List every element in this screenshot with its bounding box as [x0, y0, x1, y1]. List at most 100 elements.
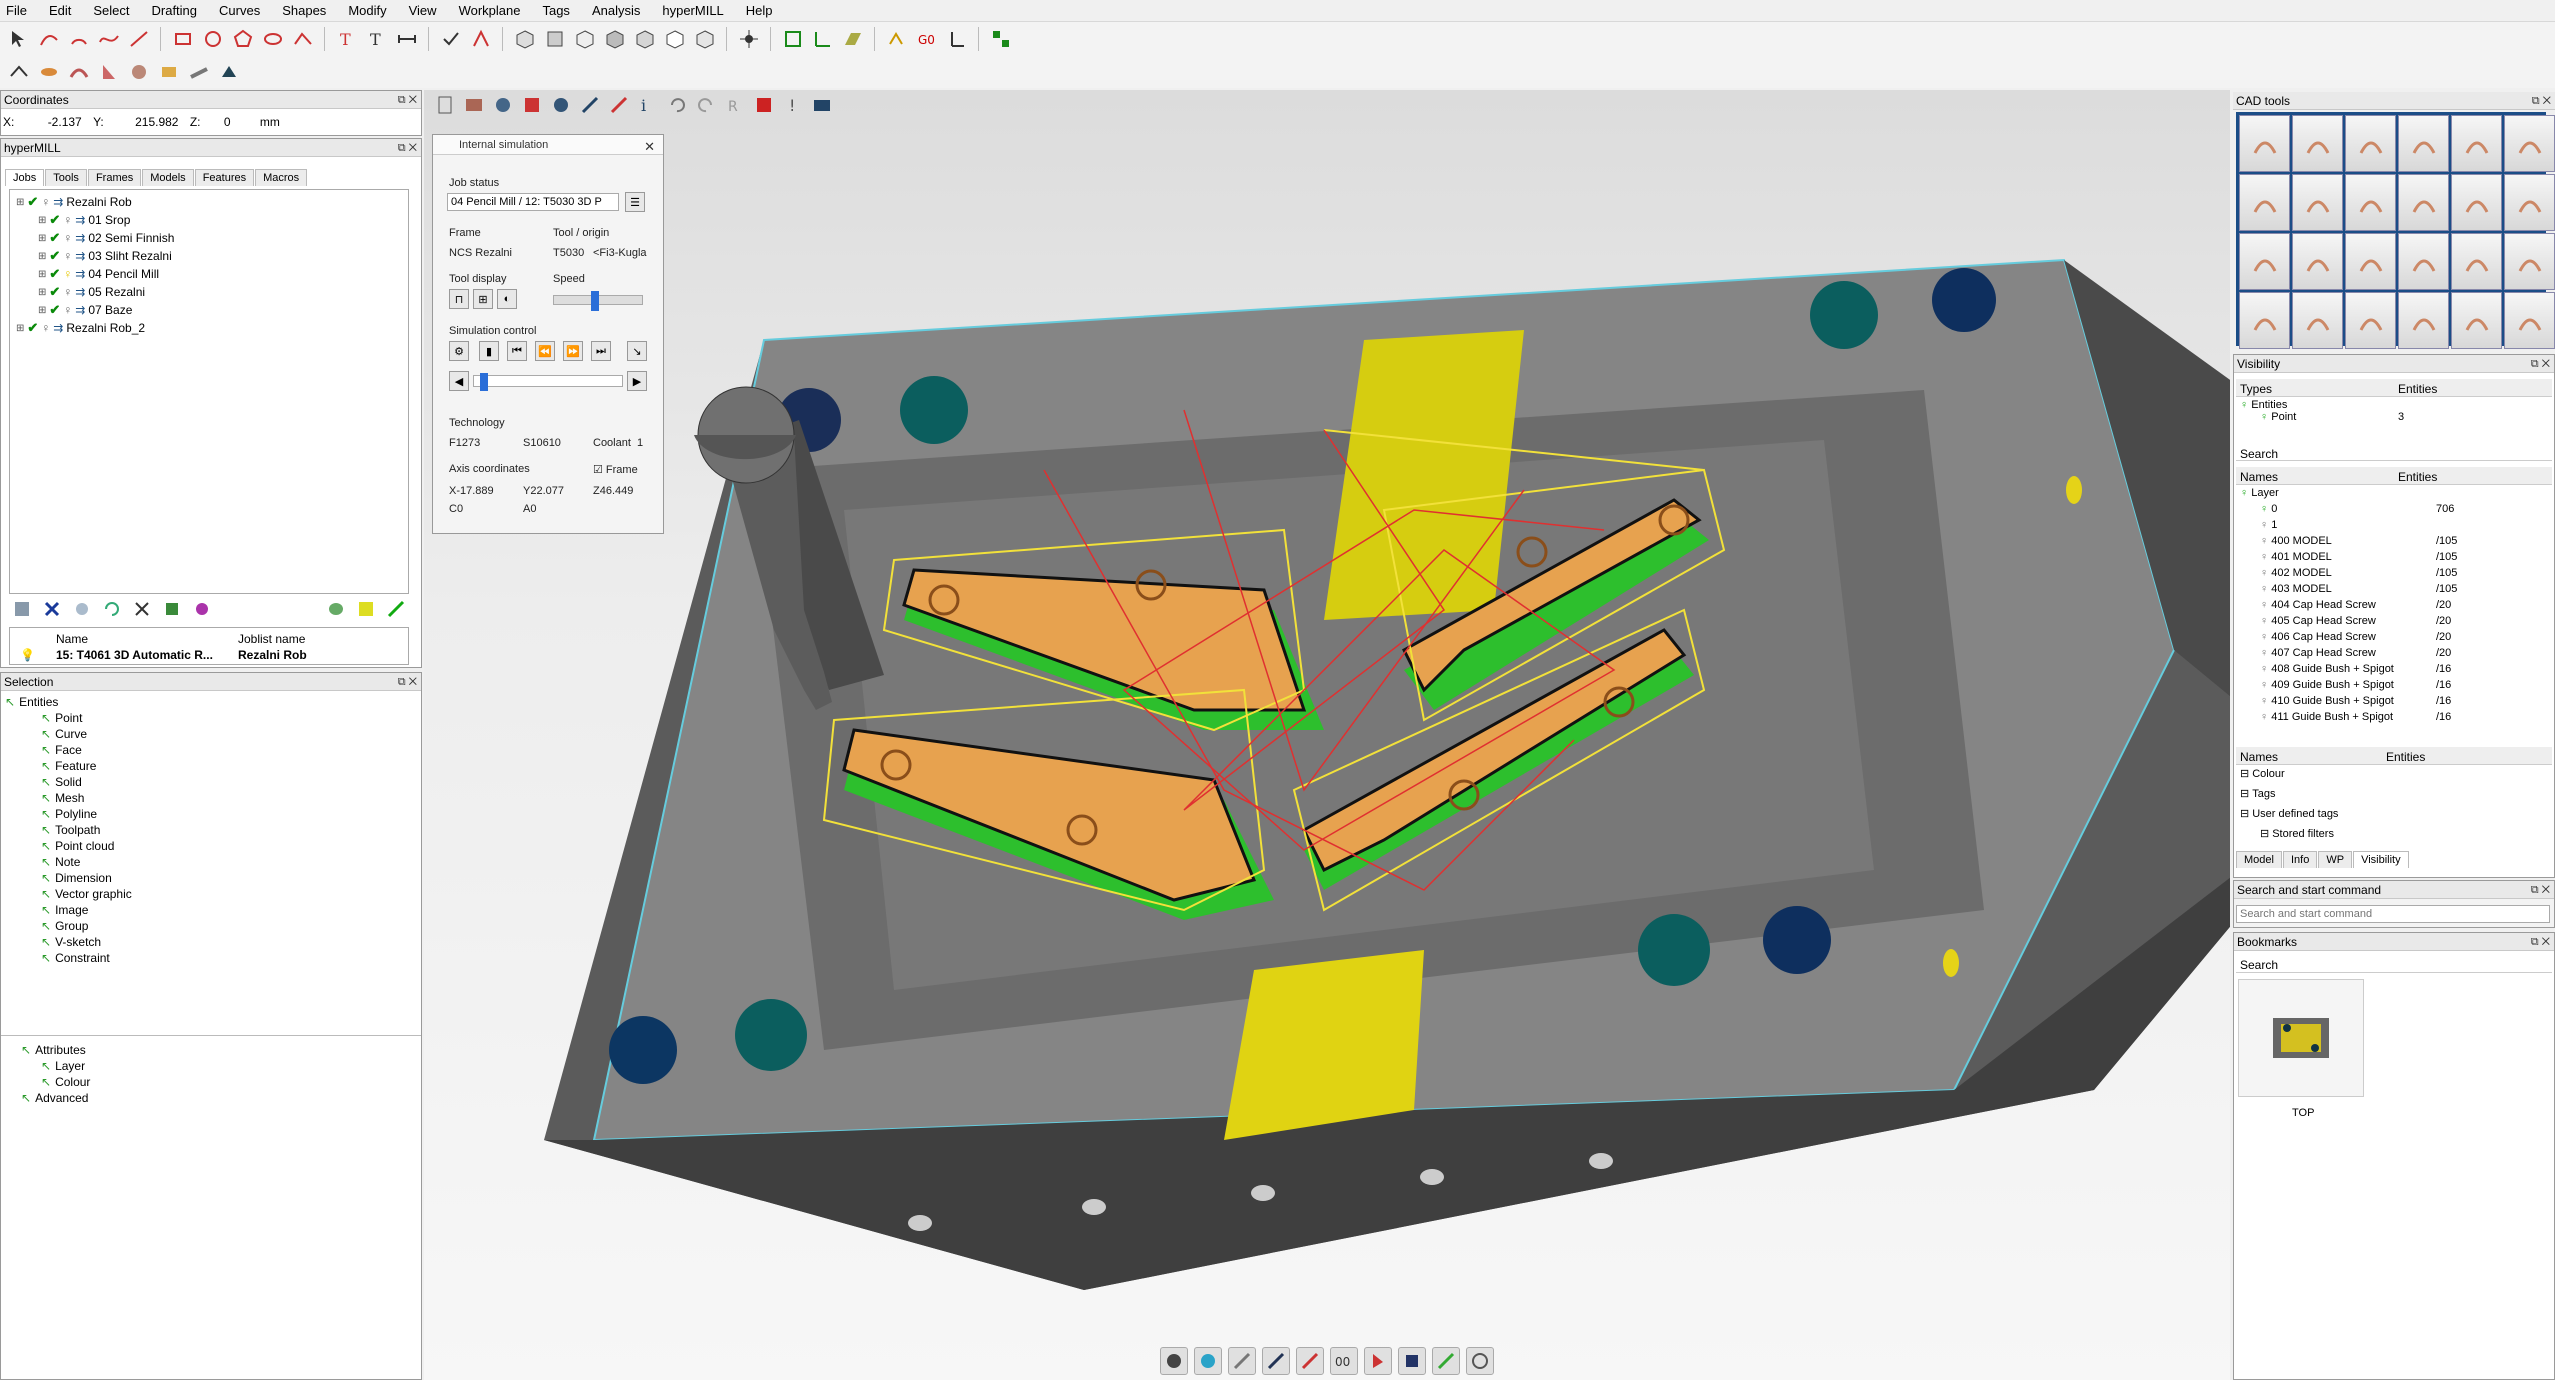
warning-icon[interactable]: ! [780, 92, 806, 118]
selection-item[interactable]: ↖ Face [41, 743, 82, 757]
cad-tool-sweep-icon[interactable] [2292, 233, 2343, 290]
report-icon[interactable] [353, 596, 379, 622]
group-item[interactable]: ⊟ Tags [2240, 787, 2275, 800]
cad-tool-cup-icon[interactable] [2398, 292, 2449, 349]
job-status-select[interactable]: 04 Pencil Mill / 12: T5030 3D P [447, 193, 619, 211]
snap-icon[interactable] [736, 26, 762, 52]
layer-light-icon[interactable]: ♀ [2240, 487, 2248, 499]
speed-slider-thumb[interactable] [590, 291, 599, 311]
globe-icon[interactable] [1194, 1347, 1222, 1375]
tool-display-button-2[interactable]: ⊞ [473, 289, 493, 309]
layer-light-icon[interactable]: ♀ [2260, 551, 2268, 563]
surface-icon[interactable] [186, 59, 212, 85]
progress-left-button[interactable]: ◀ [449, 371, 469, 391]
redo-icon[interactable] [693, 92, 719, 118]
panel-controls[interactable]: ⧉ ✕ [2532, 92, 2551, 110]
bulb-on-icon[interactable]: ♀ [63, 267, 72, 281]
check-icon[interactable]: ✔ [27, 194, 38, 210]
menu-item-hypermill[interactable]: hyperMILL [662, 3, 723, 18]
layer-item[interactable]: ♀ 408 Guide Bush + Spigot/16 [2260, 663, 2451, 675]
3d-viewport[interactable] [424, 90, 2230, 1380]
cad-tool-blank3-icon[interactable] [2504, 292, 2555, 349]
pencil-icon[interactable] [1432, 1347, 1460, 1375]
menu-item-file[interactable]: File [6, 3, 27, 18]
view-iso-icon[interactable] [512, 26, 538, 52]
check-icon[interactable] [438, 26, 464, 52]
attribute-item[interactable]: ↖ Attributes [21, 1043, 86, 1057]
selection-item[interactable]: ↖ Note [41, 855, 80, 869]
progress-right-button[interactable]: ▶ [627, 371, 647, 391]
shell-icon[interactable] [126, 59, 152, 85]
selection-item[interactable]: ↖ Mesh [41, 791, 84, 805]
check-icon[interactable]: ✔ [49, 230, 60, 246]
tab-model[interactable]: Model [2236, 851, 2282, 868]
cad-tool-arc-icon[interactable] [2451, 115, 2502, 172]
stop-button[interactable]: ▮ [479, 341, 499, 361]
menu-item-analysis[interactable]: Analysis [592, 3, 640, 18]
line-icon[interactable] [126, 26, 152, 52]
cad-tool-curve-icon[interactable] [2504, 115, 2555, 172]
panel-controls[interactable]: ⧉ ✕ [2531, 355, 2550, 373]
cad-tool-lamp-icon[interactable] [2451, 292, 2502, 349]
gear-icon[interactable] [548, 92, 574, 118]
check-icon[interactable]: ✔ [49, 284, 60, 300]
cad-tool-blank-icon[interactable] [2504, 174, 2555, 231]
layer-item[interactable]: ♀ 411 Guide Bush + Spigot/16 [2260, 711, 2451, 723]
layer-light-icon[interactable]: ♀ [2260, 711, 2268, 723]
marker-icon[interactable] [1296, 1347, 1324, 1375]
text-icon[interactable]: T [334, 26, 360, 52]
tab-features[interactable]: Features [194, 169, 255, 186]
fill-icon[interactable] [1398, 1347, 1426, 1375]
cad-tool-line-icon[interactable] [2398, 233, 2449, 290]
panel-controls[interactable]: ⧉ ✕ [398, 91, 417, 109]
selection-item[interactable]: ↖ Group [41, 919, 88, 933]
menu-item-help[interactable]: Help [746, 3, 773, 18]
selection-item[interactable]: ↖ Vector graphic [41, 887, 132, 901]
rewind-start-button[interactable]: ⏮ [507, 341, 527, 361]
bulb-icon[interactable]: ♀ [63, 285, 72, 299]
cad-tool-star-icon[interactable] [2398, 115, 2449, 172]
group-item[interactable]: ⊟ Stored filters [2260, 827, 2334, 840]
dimension-icon[interactable] [394, 26, 420, 52]
expand-icon[interactable]: ⊞ [38, 305, 46, 316]
expand-icon[interactable]: ⊞ [38, 269, 46, 280]
job-item[interactable]: ⊞ ✔ ♀ ⇉ 07 Baze [38, 302, 132, 318]
layer-light-icon[interactable]: ♀ [2260, 535, 2268, 547]
settings-icon[interactable] [383, 596, 409, 622]
job-status-button[interactable]: ☰ [625, 192, 645, 212]
bulb-icon[interactable]: ♀ [63, 231, 72, 245]
selection-item[interactable]: ↖ Solid [41, 775, 82, 789]
view-bottom-icon[interactable] [662, 26, 688, 52]
selection-item[interactable]: ↖ Polyline [41, 807, 97, 821]
machine-icon[interactable] [519, 92, 545, 118]
curve-icon[interactable] [36, 26, 62, 52]
tool-path-icon[interactable] [577, 92, 603, 118]
check-icon[interactable]: ✔ [49, 212, 60, 228]
reset-icon[interactable]: R [722, 92, 748, 118]
layer-light-icon[interactable]: ♀ [2260, 503, 2268, 515]
frame-checkbox[interactable]: ☑ Frame [593, 463, 638, 476]
layer-light-icon[interactable]: ♀ [2260, 679, 2268, 691]
text-curve-icon[interactable]: T [364, 26, 390, 52]
cad-tool-circle-icon[interactable] [2239, 233, 2290, 290]
selection-item[interactable]: ↖ Point [41, 711, 82, 725]
expand-icon[interactable]: ⊞ [16, 323, 24, 334]
job-item[interactable]: ⊞ ✔ ♀ ⇉ Rezalni Rob_2 [16, 320, 145, 336]
check-icon[interactable]: ✔ [49, 302, 60, 318]
attribute-item[interactable]: ↖ Colour [41, 1075, 90, 1089]
blend-icon[interactable] [156, 59, 182, 85]
tab-jobs[interactable]: Jobs [5, 169, 45, 186]
layer-light-icon[interactable]: ♀ [2260, 567, 2268, 579]
selection-item[interactable]: ↖ Constraint [41, 951, 110, 965]
layer-item[interactable]: ♀ 401 MODEL/105 [2260, 551, 2457, 563]
bookmark-thumbnail[interactable] [2238, 979, 2364, 1097]
expand-icon[interactable]: ⊟ [2240, 808, 2249, 820]
selection-item[interactable]: ↖ Curve [41, 727, 87, 741]
layer-item[interactable]: ♀ 1 [2260, 519, 2277, 531]
network-icon[interactable] [988, 26, 1014, 52]
spline-icon[interactable] [96, 26, 122, 52]
cad-tool-info-icon[interactable] [2292, 115, 2343, 172]
list-row-name[interactable]: 15: T4061 3D Automatic R... [56, 648, 213, 662]
group-item[interactable]: ⊟ Colour [2240, 767, 2285, 780]
view-front-icon[interactable] [542, 26, 568, 52]
